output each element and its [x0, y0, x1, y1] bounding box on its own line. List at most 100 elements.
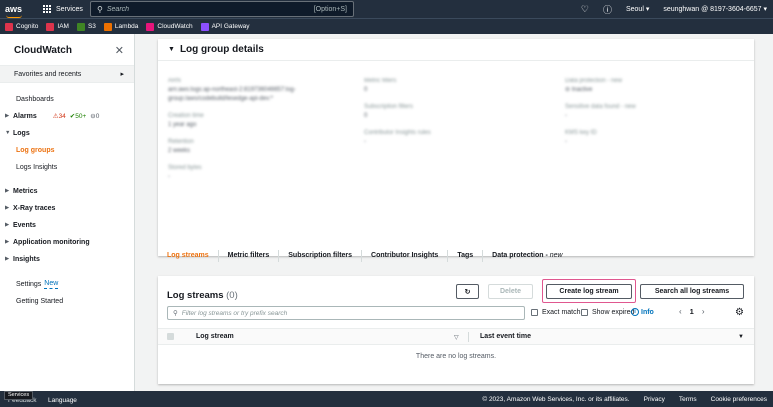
show-expired-checkbox[interactable]: Show expired	[581, 309, 634, 316]
exact-match-checkbox[interactable]: Exact match	[531, 309, 581, 316]
delete-button[interactable]: Delete	[488, 284, 533, 299]
tab-contributor-insights[interactable]: Contributor Insights	[362, 250, 449, 262]
sidebar-title: CloudWatch	[14, 45, 72, 56]
sidebar-item-xray[interactable]: ▶ X-Ray traces	[0, 204, 134, 213]
details-column-2: Metric filters 0 Subscription filters 0 …	[364, 78, 431, 145]
empty-state-message: There are no log streams.	[415, 353, 497, 360]
sidebar-item-insights[interactable]: ▶ Insights	[0, 255, 134, 264]
caret-down-icon: ▼	[5, 130, 11, 136]
alarm-count-green[interactable]: ✔50+	[70, 112, 86, 121]
caret-right-icon: ▸	[120, 71, 124, 78]
sidebar-item-label: Logs	[13, 130, 30, 137]
sidebar-item-events[interactable]: ▶ Events	[0, 221, 134, 230]
lambda-icon	[103, 22, 112, 31]
favorite-label: Cognito	[16, 23, 39, 30]
previous-page-icon[interactable]: ‹	[679, 307, 682, 316]
log-streams-title: Log streams (0)	[167, 290, 238, 301]
sidebar-item-logs-insights[interactable]: Logs Insights	[0, 163, 134, 172]
alarm-grey-value: 0	[95, 113, 100, 120]
search-all-log-streams-button[interactable]: Search all log streams	[640, 284, 744, 299]
language-link[interactable]: Language	[48, 397, 77, 404]
privacy-link[interactable]: Privacy	[644, 396, 665, 403]
favorite-label: S3	[87, 23, 96, 30]
sort-descending-icon[interactable]: ▼	[738, 334, 744, 340]
refresh-button[interactable]: ↻	[456, 284, 479, 299]
sidebar-item-metrics[interactable]: ▶ Metrics	[0, 187, 134, 196]
sidebar-item-application-monitoring[interactable]: ▶ Application monitoring	[0, 238, 134, 247]
alarm-count-grey[interactable]: ⊖0	[90, 112, 99, 121]
help-icon[interactable]: ⓘ	[603, 3, 612, 16]
favorite-lambda[interactable]: Lambda	[103, 22, 139, 31]
search-icon: ⚲	[173, 310, 178, 317]
sidebar-item-label: Logs Insights	[16, 164, 58, 171]
alarm-red-value: 34	[58, 113, 66, 120]
checkbox-box[interactable]	[531, 309, 538, 316]
tab-metric-filters[interactable]: Metric filters	[219, 250, 280, 262]
log-group-tabs: Log streams Metric filters Subscription …	[158, 239, 754, 273]
sidebar-item-getting-started[interactable]: Getting Started	[0, 297, 134, 306]
top-navigation: aws Services ⚲ [Option+S] ♡ ⓘ Seoul ▾ se…	[0, 0, 773, 18]
tab-data-protection[interactable]: Data protection - new	[483, 250, 571, 262]
favorites-and-recents[interactable]: Favorites and recents ▸	[0, 65, 134, 83]
account-label: seunghwan @ 8197-3604-6657	[663, 6, 762, 13]
region-selector[interactable]: Seoul ▾	[626, 5, 649, 13]
sidebar-item-label: Alarms	[13, 113, 37, 120]
select-all-checkbox[interactable]	[167, 333, 174, 340]
favorite-iam[interactable]: IAM	[46, 22, 69, 31]
sidebar-item-label: Insights	[13, 256, 40, 263]
aws-logo[interactable]: aws	[5, 4, 29, 18]
sort-icon[interactable]: ▽	[454, 334, 459, 341]
favorites-label: Favorites and recents	[14, 70, 82, 78]
sidebar-item-settings[interactable]: Settings New	[0, 279, 134, 289]
caret-down-icon: ▾	[763, 6, 767, 13]
s3-icon	[76, 22, 85, 31]
info-link[interactable]: i Info	[631, 308, 654, 316]
filter-log-streams[interactable]: ⚲	[167, 306, 525, 320]
account-menu[interactable]: seunghwan @ 8197-3604-6657 ▾	[663, 5, 767, 13]
grid-icon	[43, 5, 51, 13]
sidebar-item-dashboards[interactable]: Dashboards	[0, 95, 134, 104]
details-header[interactable]: ▼ Log group details	[158, 39, 754, 61]
alarm-green-value: 50+	[75, 113, 87, 120]
services-button[interactable]: Services	[43, 5, 83, 13]
sidebar-item-log-groups[interactable]: Log groups	[0, 146, 134, 155]
column-log-stream[interactable]: Log stream	[196, 333, 234, 340]
favorite-cognito[interactable]: Cognito	[5, 22, 39, 31]
current-page[interactable]: 1	[690, 307, 694, 316]
favorite-cloudwatch[interactable]: CloudWatch	[146, 22, 193, 31]
info-label: Info	[641, 308, 654, 316]
tab-subscription-filters[interactable]: Subscription filters	[279, 250, 363, 262]
tab-new-suffix: new	[549, 252, 563, 259]
caret-right-icon: ▶	[5, 205, 10, 211]
caret-down-icon: ▾	[645, 6, 650, 13]
cloudwatch-icon	[146, 22, 155, 31]
footer: Feedback Services Language © 2023, Amazo…	[0, 391, 773, 407]
tab-tags[interactable]: Tags	[448, 250, 484, 262]
filter-log-streams-input[interactable]	[181, 309, 524, 317]
services-label: Services	[56, 5, 83, 13]
favorite-label: Lambda	[114, 23, 139, 30]
terms-link[interactable]: Terms	[679, 396, 697, 403]
table-header: Log stream ▽ Last event time ▼	[158, 328, 754, 345]
next-page-icon[interactable]: ›	[702, 307, 705, 316]
global-search[interactable]: ⚲ [Option+S]	[90, 1, 354, 17]
tab-log-streams[interactable]: Log streams	[167, 250, 219, 262]
favorites-bar: Cognito IAM S3 Lambda CloudWatch API Gat…	[0, 18, 773, 34]
favorite-s3[interactable]: S3	[76, 22, 96, 31]
log-group-details-panel: ▼ Log group details ARN arn:aws:logs:ap-…	[158, 39, 754, 256]
refresh-icon: ↻	[464, 288, 471, 296]
caret-right-icon: ▶	[5, 222, 10, 228]
cookie-preferences-link[interactable]: Cookie preferences	[711, 396, 767, 403]
checkbox-box[interactable]	[581, 309, 588, 316]
gear-icon[interactable]: ⚙	[735, 307, 744, 318]
favorite-api-gateway[interactable]: API Gateway	[200, 22, 250, 31]
alarm-count-red[interactable]: ⚠34	[53, 112, 66, 121]
sidebar-item-logs[interactable]: ▼ Logs	[0, 129, 134, 138]
api-gateway-icon	[200, 22, 209, 31]
sidebar-item-label: Events	[13, 222, 36, 229]
global-search-input[interactable]	[106, 5, 314, 13]
bell-icon[interactable]: ♡	[581, 4, 589, 15]
sidebar-item-alarms[interactable]: ▶ Alarms ⚠34 ✔50+ ⊖0	[0, 112, 134, 121]
close-icon[interactable]: ✕	[115, 44, 124, 57]
column-last-event-time[interactable]: Last event time	[480, 333, 531, 340]
